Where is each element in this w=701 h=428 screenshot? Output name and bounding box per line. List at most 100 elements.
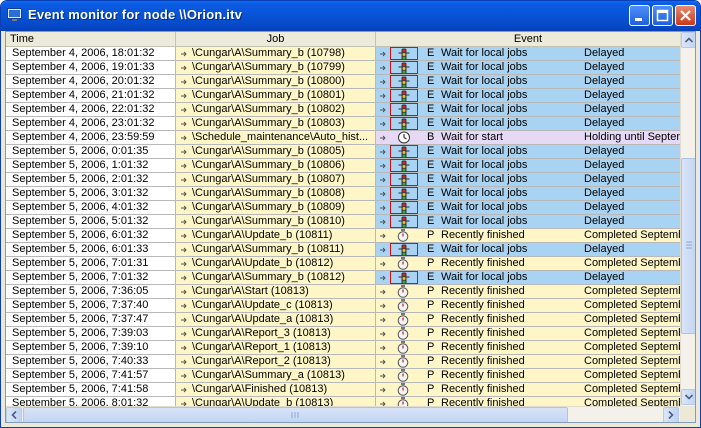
scroll-up-button[interactable] — [681, 32, 695, 48]
status-indicator — [390, 173, 418, 186]
event-cell: P Recently finished Completed Septemb — [376, 355, 680, 369]
table-row[interactable]: September 4, 2006, 22:01:32 \Cungar\A\Sum… — [6, 103, 680, 117]
time-cell: September 4, 2006, 23:01:32 — [6, 117, 176, 131]
table-row[interactable]: September 5, 2006, 3:01:32 \Cungar\A\Summ… — [6, 187, 680, 201]
job-name: \Cungar\A\Summary_b (10811) — [192, 243, 345, 255]
event-code: E — [427, 103, 435, 115]
event-detail: Delayed — [584, 187, 625, 199]
time-cell: September 5, 2006, 2:01:32 — [6, 173, 176, 187]
column-header-event[interactable]: Event — [376, 32, 680, 46]
event-code: E — [427, 117, 435, 129]
table-row[interactable]: September 4, 2006, 23:01:32 \Cungar\A\Sum… — [6, 117, 680, 131]
grip-icon — [686, 241, 692, 249]
table-row[interactable]: September 4, 2006, 19:01:33 \Cungar\A\Sum… — [6, 61, 680, 75]
table-row[interactable]: September 5, 2006, 7:41:58 \Cungar\A\Fini… — [6, 383, 680, 397]
event-detail: Delayed — [584, 271, 625, 283]
time-cell: September 4, 2006, 22:01:32 — [6, 103, 176, 117]
table-row[interactable]: September 5, 2006, 7:01:31 \Cungar\A\Upda… — [6, 257, 680, 271]
event-detail: Delayed — [584, 61, 625, 73]
job-cell: \Cungar\A\Summary_b (10806) — [176, 159, 376, 173]
table-row[interactable]: September 5, 2006, 5:01:32 \Cungar\A\Summ… — [6, 215, 680, 229]
minimize-button[interactable] — [629, 5, 650, 26]
vertical-scroll-thumb[interactable] — [681, 158, 695, 334]
row-arrow-icon — [380, 359, 386, 365]
scroll-right-button[interactable] — [663, 407, 679, 422]
event-cell: E Wait for local jobs Delayed — [376, 187, 680, 201]
event-grid[interactable]: Time Job Event September 4, 2006, 18:01:… — [5, 31, 696, 423]
job-cell: \Cungar\A\Summary_b (10802) — [176, 103, 376, 117]
status-indicator — [390, 89, 418, 102]
table-row[interactable]: September 5, 2006, 7:37:47 \Cungar\A\Upda… — [6, 313, 680, 327]
chevron-right-icon — [668, 410, 674, 420]
row-arrow-icon — [380, 205, 386, 211]
table-row[interactable]: September 5, 2006, 0:01:35 \Cungar\A\Summ… — [6, 145, 680, 159]
row-arrow-icon — [380, 65, 386, 71]
job-name: \Cungar\A\Summary_b (10806) — [192, 159, 345, 171]
event-cell: E Wait for local jobs Delayed — [376, 243, 680, 257]
job-name: \Cungar\A\Summary_b (10812) — [192, 271, 345, 283]
status-indicator — [390, 159, 418, 172]
row-arrow-icon — [380, 135, 386, 141]
table-row[interactable]: September 5, 2006, 1:01:32 \Cungar\A\Summ… — [6, 159, 680, 173]
size-grip[interactable] — [680, 406, 695, 422]
event-message: Recently finished — [441, 327, 525, 339]
maximize-icon — [656, 9, 669, 22]
status-indicator — [390, 145, 418, 158]
job-name: \Cungar\A\Finished (10813) — [192, 383, 328, 395]
table-row[interactable]: September 5, 2006, 4:01:32 \Cungar\A\Summ… — [6, 201, 680, 215]
row-arrow-icon — [181, 205, 187, 211]
scroll-left-button[interactable] — [6, 407, 22, 422]
job-name: \Cungar\A\Summary_b (10801) — [192, 89, 345, 101]
job-name: \Cungar\A\Start (10813) — [192, 285, 309, 297]
event-cell: E Wait for local jobs Delayed — [376, 159, 680, 173]
time-cell: September 5, 2006, 4:01:32 — [6, 201, 176, 215]
column-header-time[interactable]: Time — [6, 32, 176, 46]
event-detail: Completed Septemb — [584, 257, 680, 269]
event-cell: E Wait for local jobs Delayed — [376, 89, 680, 103]
time-cell: September 5, 2006, 3:01:32 — [6, 187, 176, 201]
table-row[interactable]: September 4, 2006, 20:01:32 \Cungar\A\Sum… — [6, 75, 680, 89]
event-cell: E Wait for local jobs Delayed — [376, 271, 680, 285]
row-arrow-icon — [380, 233, 386, 239]
table-row[interactable]: September 5, 2006, 7:01:32 \Cungar\A\Summ… — [6, 271, 680, 285]
table-row[interactable]: September 5, 2006, 7:36:05 \Cungar\A\Star… — [6, 285, 680, 299]
event-message: Wait for local jobs — [441, 243, 528, 255]
time-cell: September 4, 2006, 18:01:32 — [6, 47, 176, 61]
table-row[interactable]: September 5, 2006, 7:40:33 \Cungar\A\Repo… — [6, 355, 680, 369]
event-message: Recently finished — [441, 313, 525, 325]
row-arrow-icon — [181, 107, 187, 113]
column-header-job[interactable]: Job — [176, 32, 376, 46]
row-arrow-icon — [181, 233, 187, 239]
table-row[interactable]: September 5, 2006, 7:39:03 \Cungar\A\Repo… — [6, 327, 680, 341]
table-row[interactable]: September 5, 2006, 6:01:32 \Cungar\A\Upda… — [6, 229, 680, 243]
scroll-down-button[interactable] — [681, 389, 695, 405]
table-row[interactable]: September 5, 2006, 2:01:32 \Cungar\A\Summ… — [6, 173, 680, 187]
job-name: \Cungar\A\Update_b (10812) — [192, 257, 334, 269]
job-cell: \Cungar\A\Summary_b (10798) — [176, 47, 376, 61]
table-row[interactable]: September 5, 2006, 7:41:57 \Cungar\A\Summ… — [6, 369, 680, 383]
time-cell: September 5, 2006, 7:41:58 — [6, 383, 176, 397]
event-code: P — [427, 313, 435, 325]
vertical-scrollbar[interactable] — [680, 32, 695, 406]
job-name: \Cungar\A\Summary_b (10808) — [192, 187, 345, 199]
horizontal-scrollbar[interactable] — [6, 406, 680, 422]
table-row[interactable]: September 4, 2006, 21:01:32 \Cungar\A\Sum… — [6, 89, 680, 103]
table-row[interactable]: September 4, 2006, 18:01:32 \Cungar\A\Sum… — [6, 47, 680, 61]
table-row[interactable]: September 5, 2006, 7:37:40 \Cungar\A\Upda… — [6, 299, 680, 313]
table-row[interactable]: September 5, 2006, 7:39:10 \Cungar\A\Repo… — [6, 341, 680, 355]
horizontal-scroll-thumb[interactable] — [23, 407, 568, 422]
event-detail: Completed Septemb — [584, 285, 680, 297]
event-detail: Delayed — [584, 145, 625, 157]
status-indicator — [390, 369, 418, 382]
traffic-light-icon — [398, 146, 410, 158]
traffic-light-icon — [398, 174, 410, 186]
maximize-button[interactable] — [652, 5, 673, 26]
event-message: Wait for local jobs — [441, 187, 528, 199]
row-arrow-icon — [181, 191, 187, 197]
table-row[interactable]: September 5, 2006, 6:01:33 \Cungar\A\Summ… — [6, 243, 680, 257]
table-row[interactable]: September 4, 2006, 23:59:59 \Schedule_mai… — [6, 131, 680, 145]
close-button[interactable] — [675, 5, 696, 26]
title-bar[interactable]: Event monitor for node \\Orion.itv — [1, 1, 700, 31]
traffic-light-icon — [398, 48, 410, 60]
event-code: E — [427, 173, 435, 185]
